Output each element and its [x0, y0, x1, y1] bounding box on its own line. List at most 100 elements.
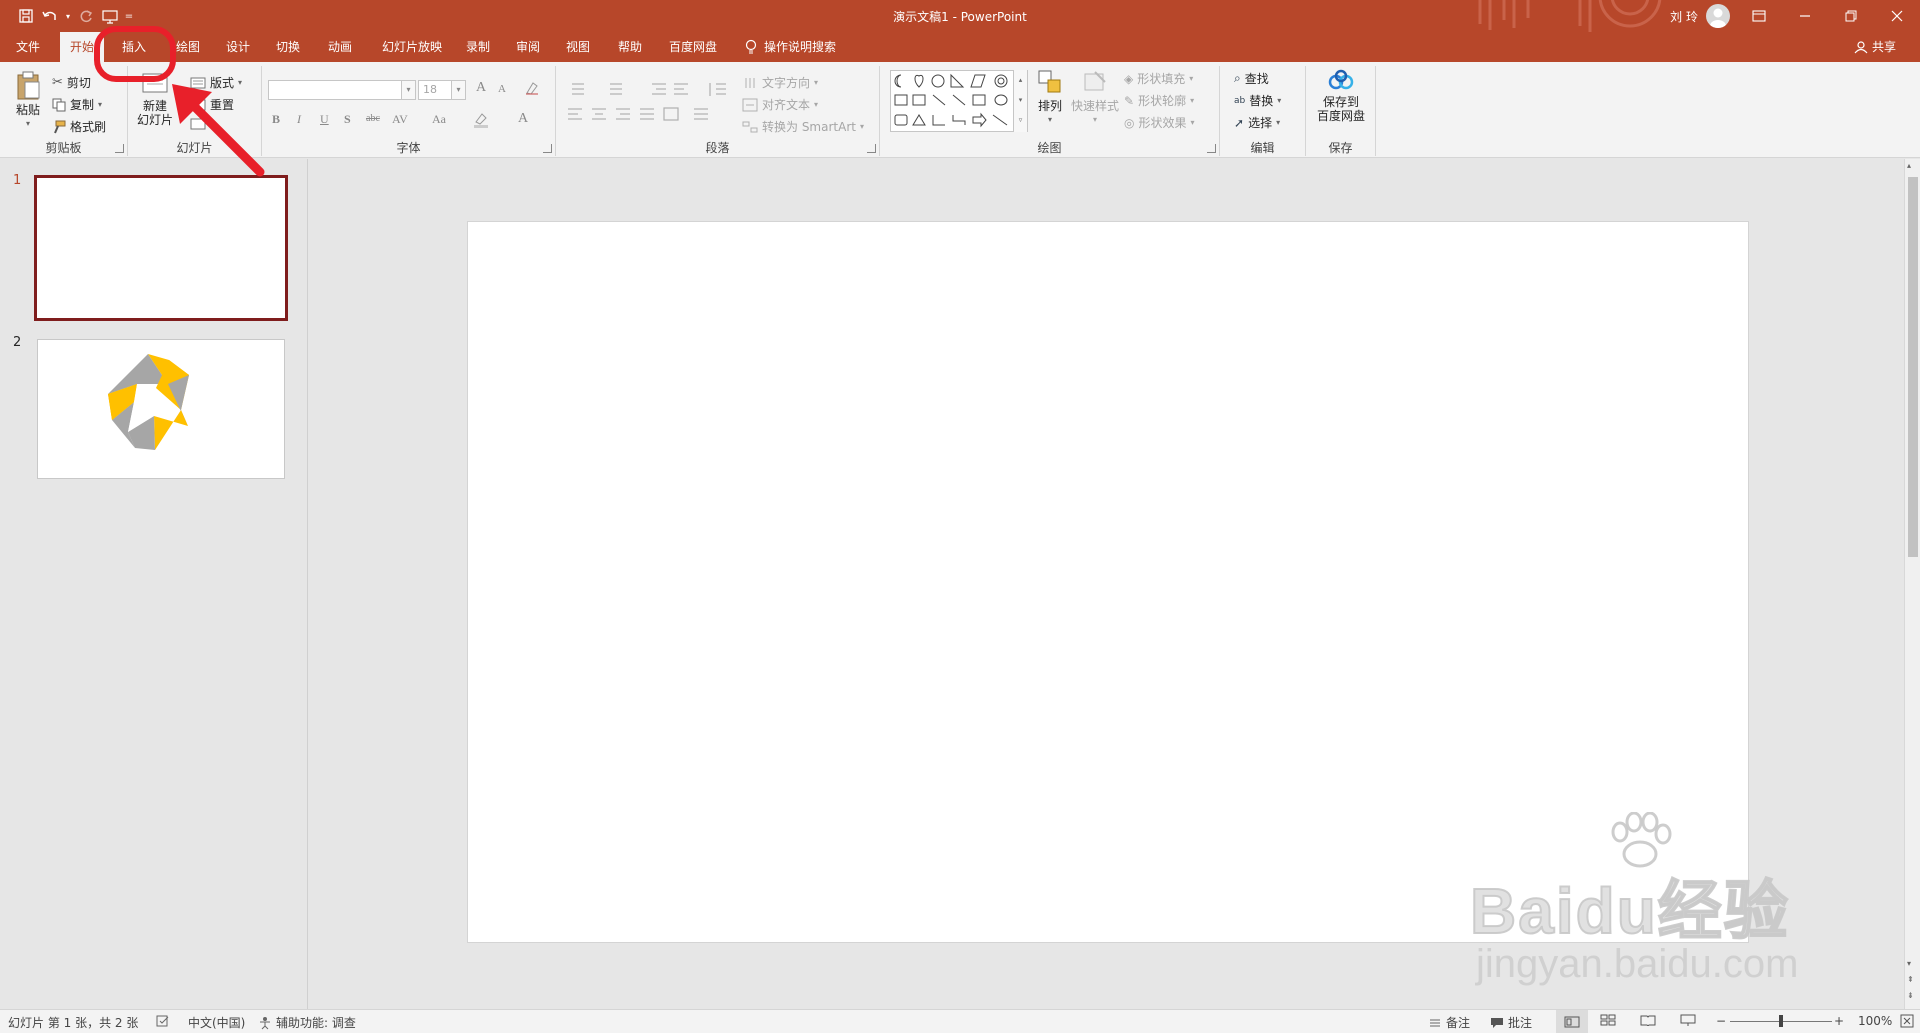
save-to-baidu-button[interactable]: 保存到 百度网盘 — [1310, 68, 1372, 123]
copy-button[interactable]: 复制 ▾ — [52, 96, 102, 113]
grow-font-button[interactable]: A — [476, 80, 486, 96]
select-button[interactable]: ➚ 选择 ▾ — [1234, 114, 1280, 131]
font-name-combo[interactable]: ▾ — [268, 80, 416, 100]
slide-thumbnail-1[interactable] — [34, 175, 288, 321]
strikethrough-button[interactable]: abc — [366, 113, 380, 124]
change-case-button[interactable]: Aa — [432, 112, 446, 127]
tab-design[interactable]: 设计 — [216, 32, 260, 62]
spell-check-icon[interactable] — [156, 1014, 170, 1028]
find-label: 查找 — [1244, 72, 1269, 86]
font-color-icon[interactable]: A — [518, 111, 528, 127]
slideshow-view-icon[interactable] — [1680, 1014, 1696, 1026]
tab-review[interactable]: 审阅 — [506, 32, 550, 62]
copy-dropdown-icon[interactable]: ▾ — [98, 100, 102, 109]
text-shadow-button[interactable]: S — [344, 112, 351, 127]
replace-dropdown-icon[interactable]: ▾ — [1277, 96, 1281, 105]
paste-dropdown-icon[interactable]: ▾ — [10, 117, 46, 131]
font-name-dropdown-icon[interactable]: ▾ — [401, 81, 415, 99]
character-spacing-button[interactable]: AV — [392, 112, 408, 127]
scrollbar-thumb[interactable] — [1908, 177, 1918, 557]
close-icon[interactable] — [1874, 0, 1920, 32]
gallery-more-icon[interactable]: ▿ — [1014, 110, 1027, 130]
bold-button[interactable]: B — [272, 112, 280, 127]
language-indicator[interactable]: 中文(中国) — [188, 1014, 245, 1031]
highlight-color-icon[interactable] — [472, 110, 496, 132]
restore-icon[interactable] — [1828, 0, 1874, 32]
shape-outline-dropdown-icon[interactable]: ▾ — [1190, 96, 1194, 105]
clear-formatting-icon[interactable] — [524, 80, 540, 100]
tab-baidu-netdisk[interactable]: 百度网盘 — [660, 32, 726, 62]
find-button[interactable]: ⌕ 查找 — [1234, 70, 1269, 87]
select-label: 选择 — [1248, 116, 1273, 130]
select-dropdown-icon[interactable]: ▾ — [1276, 118, 1280, 127]
align-text-icon — [742, 98, 758, 111]
zoom-level[interactable]: 100% — [1858, 1014, 1892, 1028]
paragraph-launcher-icon[interactable] — [867, 144, 876, 153]
vertical-scrollbar[interactable]: ▴ ▾ ⇞ ⇟ — [1904, 159, 1920, 1009]
format-painter-button[interactable]: 格式刷 — [52, 118, 106, 135]
tab-record[interactable]: 录制 — [456, 32, 500, 62]
quick-styles-dropdown-icon[interactable]: ▾ — [1070, 113, 1120, 127]
scroll-up-icon[interactable]: ▴ — [1907, 161, 1911, 170]
paste-button[interactable]: 粘贴 ▾ — [10, 70, 46, 131]
shape-fill-button[interactable]: ◈ 形状填充 ▾ — [1124, 70, 1193, 87]
tab-file[interactable]: 文件 — [8, 32, 48, 62]
font-size-combo[interactable]: 18 ▾ — [418, 80, 466, 100]
accessibility-check[interactable]: 辅助功能: 调查 — [258, 1014, 356, 1031]
shapes-gallery[interactable] — [890, 70, 1028, 132]
ribbon-tabs: 文件 开始 插入 绘图 设计 切换 动画 幻灯片放映 录制 审阅 视图 帮助 百… — [0, 32, 1920, 62]
next-slide-icon[interactable]: ⇟ — [1907, 991, 1914, 1000]
align-text-dropdown-icon[interactable]: ▾ — [814, 100, 818, 109]
underline-button[interactable]: U — [320, 112, 329, 127]
ribbon-display-options-icon[interactable] — [1736, 0, 1782, 32]
comments-button[interactable]: 批注 — [1490, 1014, 1532, 1031]
minimize-icon[interactable] — [1782, 0, 1828, 32]
tab-slideshow[interactable]: 幻灯片放映 — [372, 32, 452, 62]
italic-button[interactable]: I — [297, 112, 301, 127]
align-text-button[interactable]: 对齐文本 ▾ — [742, 96, 818, 113]
replace-button[interactable]: ab 替换 ▾ — [1234, 92, 1281, 109]
text-direction-button[interactable]: 文字方向 ▾ — [742, 74, 818, 91]
drawing-launcher-icon[interactable] — [1207, 144, 1216, 153]
tell-me-search[interactable]: 操作说明搜索 — [744, 32, 836, 62]
zoom-in-icon[interactable]: + — [1834, 1014, 1844, 1028]
shrink-font-button[interactable]: A — [498, 83, 506, 95]
text-direction-dropdown-icon[interactable]: ▾ — [814, 78, 818, 87]
shape-effects-label: 形状效果 — [1138, 116, 1187, 130]
tab-help[interactable]: 帮助 — [608, 32, 652, 62]
clipboard-launcher-icon[interactable] — [115, 144, 124, 153]
tab-animations[interactable]: 动画 — [318, 32, 362, 62]
shape-fill-dropdown-icon[interactable]: ▾ — [1189, 74, 1193, 83]
shape-effects-dropdown-icon[interactable]: ▾ — [1191, 118, 1195, 127]
arrange-button[interactable]: 排列 ▾ — [1032, 68, 1068, 127]
quick-styles-button[interactable]: 快速样式 ▾ — [1070, 68, 1120, 127]
tab-transitions[interactable]: 切换 — [266, 32, 310, 62]
avatar[interactable] — [1706, 4, 1730, 28]
reading-view-icon[interactable] — [1640, 1014, 1656, 1026]
pen-icon: ✎ — [1124, 93, 1135, 108]
slide-thumbnail-2[interactable] — [37, 339, 285, 479]
fit-to-window-icon[interactable] — [1900, 1014, 1914, 1028]
zoom-slider-thumb[interactable] — [1779, 1015, 1783, 1027]
tab-view[interactable]: 视图 — [556, 32, 600, 62]
smartart-dropdown-icon[interactable]: ▾ — [860, 122, 864, 131]
shapes-gallery-scroll[interactable]: ▴ ▾ ▿ — [1013, 70, 1027, 132]
previous-slide-icon[interactable]: ⇞ — [1907, 975, 1914, 984]
font-launcher-icon[interactable] — [543, 144, 552, 153]
font-size-dropdown-icon[interactable]: ▾ — [451, 81, 465, 99]
shape-outline-button[interactable]: ✎ 形状轮廓 ▾ — [1124, 92, 1194, 109]
user-name[interactable]: 刘 玲 — [1670, 8, 1698, 25]
slide-sorter-icon[interactable] — [1600, 1014, 1616, 1026]
convert-smartart-button[interactable]: 转换为 SmartArt ▾ — [742, 118, 864, 135]
gallery-down-icon[interactable]: ▾ — [1014, 90, 1027, 110]
notes-button[interactable]: 备注 — [1428, 1014, 1470, 1031]
slide-canvas[interactable] — [467, 221, 1749, 943]
shape-effects-button[interactable]: ◎ 形状效果 ▾ — [1124, 114, 1195, 131]
zoom-out-icon[interactable]: − — [1716, 1014, 1726, 1028]
arrange-dropdown-icon[interactable]: ▾ — [1032, 113, 1068, 127]
scroll-down-icon[interactable]: ▾ — [1907, 959, 1911, 968]
normal-view-icon[interactable] — [1556, 1010, 1588, 1033]
gallery-up-icon[interactable]: ▴ — [1014, 70, 1027, 90]
share-button[interactable]: 共享 — [1854, 32, 1896, 62]
cut-button[interactable]: ✂ 剪切 — [52, 74, 91, 91]
